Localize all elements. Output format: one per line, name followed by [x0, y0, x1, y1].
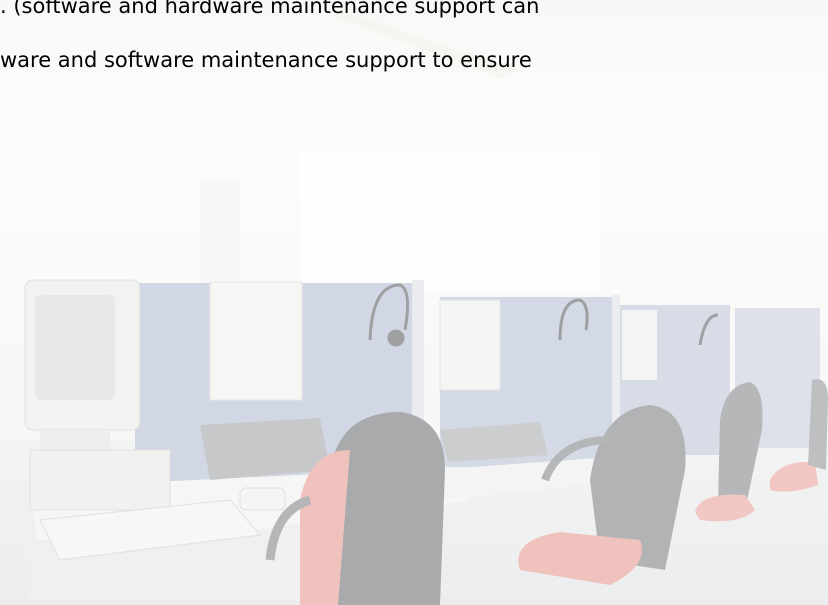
caption-line-2: ware and software maintenance support to…	[0, 48, 532, 72]
caption-line-1: . (software and hardware maintenance sup…	[0, 0, 540, 18]
photo-fade-overlay	[0, 0, 828, 605]
office-call-center-photo	[0, 0, 828, 605]
